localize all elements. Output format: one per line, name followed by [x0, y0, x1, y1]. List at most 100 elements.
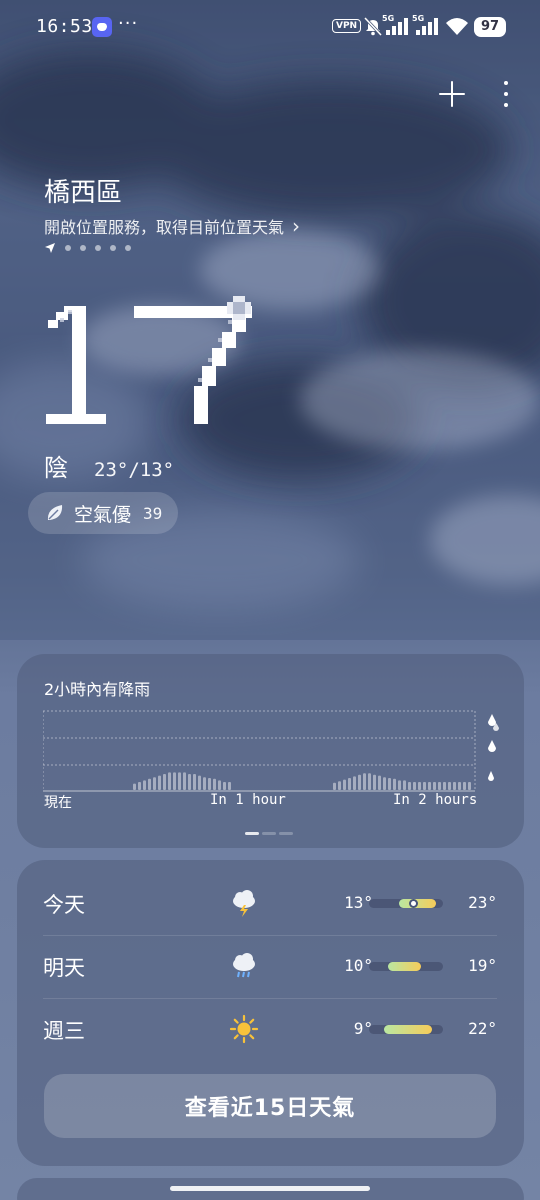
- precipitation-bar: [418, 782, 421, 790]
- precipitation-bar: [373, 774, 376, 790]
- more-options-button[interactable]: [502, 79, 510, 109]
- precipitation-bar: [153, 777, 156, 790]
- precipitation-bar: [413, 782, 416, 790]
- location-arrow-icon: [45, 243, 55, 253]
- forecast-row-today[interactable]: 今天 13° 23°: [43, 872, 497, 935]
- air-quality-chip[interactable]: 空氣優 39: [28, 492, 178, 534]
- thunderstorm-icon: [233, 890, 255, 917]
- card-pager[interactable]: [245, 832, 293, 835]
- precipitation-bar: [388, 778, 391, 790]
- precipitation-bar: [453, 782, 456, 790]
- precipitation-bar: [183, 772, 186, 790]
- precipitation-bar: [148, 778, 151, 790]
- precipitation-bar: [158, 775, 161, 790]
- axis-label-now: 現在: [44, 795, 72, 811]
- sunny-icon: [229, 1014, 259, 1044]
- forecast-high: 22°: [468, 1019, 497, 1038]
- temp-range-bar: [369, 962, 443, 971]
- condition-text: 陰: [44, 454, 68, 482]
- precipitation-bar: [168, 772, 171, 790]
- mute-icon: [364, 16, 382, 37]
- light-rain-icon: [488, 771, 494, 781]
- forecast-day: 週三: [43, 1019, 85, 1043]
- card-pager-dot: [279, 832, 293, 835]
- city-pager[interactable]: [44, 242, 131, 254]
- menu-dot: [504, 103, 508, 107]
- status-bar: 16:53 ··· VPN 5G 5G 97: [0, 0, 540, 56]
- precipitation-bar: [213, 778, 216, 790]
- precipitation-bar: [378, 775, 381, 790]
- precipitation-bar: [348, 778, 351, 790]
- temp-range-fill: [387, 962, 421, 971]
- wifi-icon: [446, 18, 468, 35]
- precipitation-bar: [423, 782, 426, 790]
- pager-dot: [125, 245, 131, 251]
- precipitation-bar: [358, 774, 361, 790]
- card-pager-dot: [262, 832, 276, 835]
- forecast-card: 今天 13° 23° 明天 10° 19° 週三 9° 22° 查看近15日天氣: [17, 860, 524, 1166]
- temp-range-bar: [369, 899, 443, 908]
- precipitation-bar: [223, 782, 226, 790]
- precipitation-bar: [398, 780, 401, 790]
- precipitation-bar: [438, 782, 441, 790]
- precipitation-bar: [228, 782, 231, 790]
- precipitation-bar: [178, 772, 181, 790]
- forecast-low: 9°: [353, 1019, 373, 1038]
- pager-dot: [80, 245, 86, 251]
- status-time: 16:53: [36, 16, 93, 37]
- precipitation-title: 2小時內有降雨: [44, 680, 151, 699]
- current-temp-marker: [408, 899, 418, 908]
- rain-cloud-icon: [233, 953, 255, 978]
- precipitation-bar: [428, 782, 431, 790]
- precipitation-bar: [363, 773, 366, 790]
- current-condition: 陰 23°/13°: [44, 448, 174, 483]
- precipitation-bar: [468, 782, 471, 790]
- precipitation-bars: [133, 772, 471, 790]
- temp-range-bar: [369, 1025, 443, 1034]
- precipitation-bar: [173, 772, 176, 790]
- forecast-low: 13°: [344, 893, 373, 912]
- forecast-high: 19°: [468, 956, 497, 975]
- precipitation-bar: [203, 777, 206, 790]
- precipitation-bar: [193, 774, 196, 790]
- precipitation-bar: [393, 778, 396, 790]
- forecast-high: 23°: [468, 893, 497, 912]
- air-quality-label: 空氣優: [74, 503, 132, 526]
- forecast-row-tomorrow[interactable]: 明天 10° 19°: [43, 935, 497, 998]
- add-city-button[interactable]: [436, 78, 468, 110]
- city-name: 橋西區: [44, 178, 123, 208]
- forecast-low: 10°: [344, 956, 373, 975]
- heavy-rain-icon: [488, 714, 499, 731]
- air-quality-value: 39: [143, 503, 163, 523]
- more-notifications-indicator: ···: [118, 13, 139, 34]
- forecast-day: 今天: [43, 893, 85, 917]
- precipitation-bar: [408, 782, 411, 790]
- precipitation-bar: [198, 775, 201, 790]
- axis-label-1-hour: In 1 hour: [210, 792, 286, 808]
- precipitation-bar: [463, 782, 466, 790]
- signal-icon-sim2: 5G: [412, 14, 440, 38]
- vpn-badge: VPN: [332, 19, 362, 33]
- card-pager-dot: [245, 832, 259, 835]
- precipitation-bar: [448, 782, 451, 790]
- degree-sign: [227, 296, 251, 320]
- precipitation-card[interactable]: 2小時內有降雨 現在 In 1 hour In 2 hours: [17, 654, 524, 848]
- view-15-day-forecast-button[interactable]: 查看近15日天氣: [44, 1074, 496, 1138]
- precipitation-bar: [458, 782, 461, 790]
- battery-icon: 97: [474, 17, 506, 37]
- precipitation-bar: [443, 782, 446, 790]
- precipitation-bar: [343, 779, 346, 790]
- precipitation-bar: [188, 774, 191, 790]
- precipitation-bar: [138, 782, 141, 790]
- axis-label-2-hours: In 2 hours: [393, 792, 478, 808]
- precipitation-bar: [403, 780, 406, 790]
- precipitation-chart: [43, 710, 499, 792]
- enable-location-link[interactable]: 開啟位置服務，取得目前位置天氣 ›: [44, 214, 300, 238]
- menu-dot: [504, 81, 508, 85]
- precipitation-bar: [133, 783, 136, 790]
- top-actions: [436, 76, 510, 112]
- precipitation-bar: [338, 781, 341, 790]
- precipitation-bar: [368, 773, 371, 790]
- home-indicator[interactable]: [170, 1186, 370, 1191]
- forecast-row-wednesday[interactable]: 週三 9° 22°: [43, 998, 497, 1061]
